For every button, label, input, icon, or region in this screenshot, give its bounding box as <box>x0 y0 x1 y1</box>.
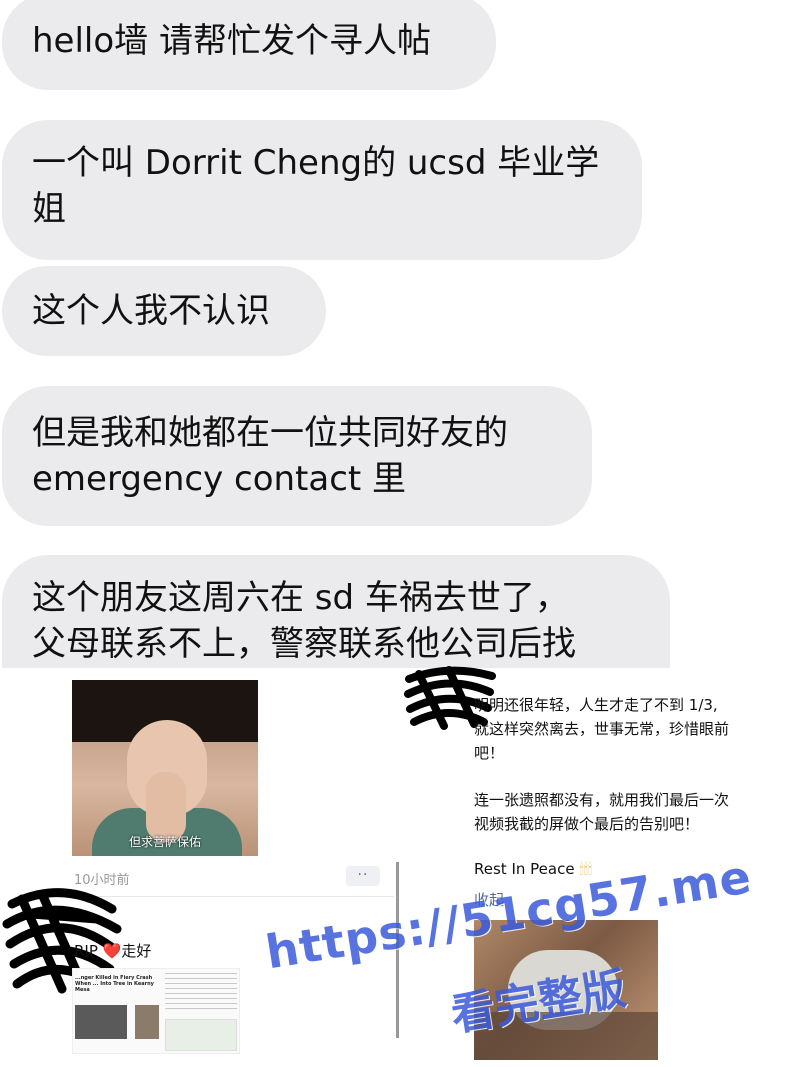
post-rip-line: Rest In Peace 🕯🕯🕯 <box>474 860 592 878</box>
post-comment: RIP ❤️走好 <box>74 940 151 961</box>
article-headline: ...nger Killed in Fiery Crash When ... I… <box>75 975 154 993</box>
message-text: 这个人我不认识 <box>32 291 270 331</box>
more-dots-icon[interactable]: ·· <box>346 866 380 886</box>
post-image[interactable]: 但求菩萨保佑 <box>72 680 258 856</box>
post-text-line: 吧！ <box>474 744 505 762</box>
article-image <box>135 1005 159 1039</box>
heart-icon: ❤️ <box>102 942 122 960</box>
map-icon <box>165 1019 237 1051</box>
message-bubble[interactable]: 这个人我不认识 <box>2 266 326 356</box>
message-text: hello墙 请帮忙发个寻人帖 <box>32 21 431 61</box>
message-bubble[interactable]: 一个叫 Dorrit Cheng的 ucsd 毕业学 姐 <box>2 120 642 260</box>
post-text-line: 视频我截的屏做个最后的告别吧！ <box>474 815 700 833</box>
message-bubble[interactable]: hello墙 请帮忙发个寻人帖 <box>2 0 496 90</box>
comment-text: RIP <box>74 942 98 960</box>
post-text-line: 连一张遗照都没有，就用我们最后一次 <box>474 791 730 809</box>
message-text: 姐 <box>32 189 66 229</box>
message-text: 但是我和她都在一位共同好友的 <box>32 413 508 453</box>
article-text <box>165 973 237 1013</box>
message-text: emergency contact 里 <box>32 459 407 499</box>
image-hands <box>146 772 186 842</box>
article-image <box>75 1005 127 1039</box>
message-text: 这个朋友这周六在 sd 车祸去世了， <box>32 578 569 618</box>
message-bubble[interactable]: 但是我和她都在一位共同好友的 emergency contact 里 <box>2 386 592 526</box>
news-article-thumbnail[interactable]: ...nger Killed in Fiery Crash When ... I… <box>72 968 240 1054</box>
message-text: 父母联系不上，警察联系他公司后找 <box>32 624 576 664</box>
image-caption: 但求菩萨保佑 <box>128 835 201 849</box>
chat-conversation: hello墙 请帮忙发个寻人帖 一个叫 Dorrit Cheng的 ucsd 毕… <box>0 0 800 668</box>
message-bubble[interactable]: 这个朋友这周六在 sd 车祸去世了， 父母联系不上，警察联系他公司后找 <box>2 555 670 668</box>
comment-suffix: 走好 <box>121 942 152 960</box>
post-text-line: 就这样突然离去，世事无常，珍惜眼前 <box>474 720 730 738</box>
message-text: 一个叫 Dorrit Cheng的 ucsd 毕业学 <box>32 143 600 183</box>
post-text-line: 明明还很年轻，人生才走了不到 1/3, <box>474 696 718 714</box>
rip-text: Rest In Peace <box>474 860 575 878</box>
